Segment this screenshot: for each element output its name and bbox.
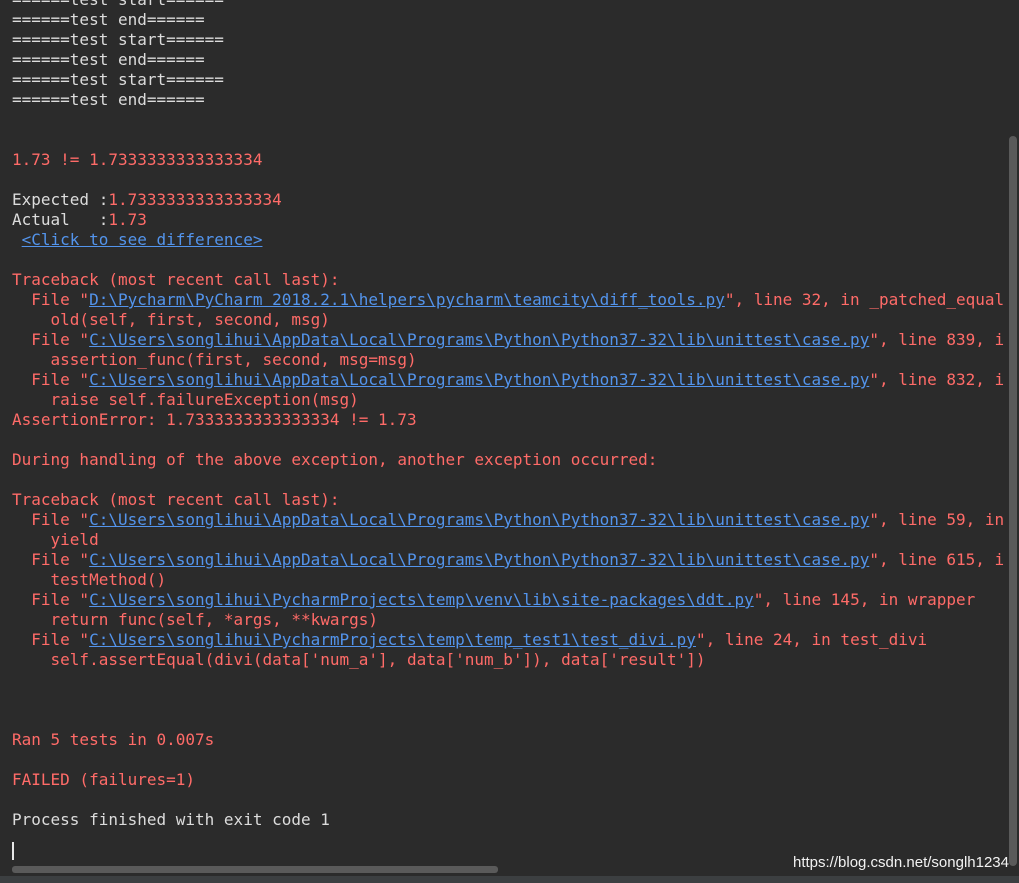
error-text: File "	[12, 510, 90, 529]
error-text: return func(self, *args, **kwargs)	[12, 610, 379, 629]
error-text: 1.73	[108, 210, 147, 229]
output-text: Expected :	[12, 190, 109, 209]
file-link[interactable]: C:\Users\songlihui\PycharmProjects\temp\…	[89, 590, 754, 609]
error-text: ", line 832, in _baseAssertEqual	[869, 370, 1014, 389]
error-text: File "	[12, 330, 90, 349]
error-text: File "	[12, 590, 90, 609]
file-link[interactable]: D:\Pycharm\PyCharm 2018.2.1\helpers\pych…	[89, 290, 725, 309]
console-line: File "C:\Users\songlihui\AppData\Local\P…	[12, 550, 1018, 570]
console-line: assertion_func(first, second, msg=msg)	[12, 350, 417, 370]
console-line: testMethod()	[12, 570, 167, 590]
console-line: raise self.failureException(msg)	[12, 390, 359, 410]
console-line: FAILED (failures=1)	[12, 770, 195, 790]
console-line: yield	[12, 530, 99, 550]
error-text: 1.7333333333333334	[108, 190, 282, 209]
text-cursor	[12, 842, 14, 860]
file-link[interactable]: <Click to see difference>	[22, 230, 263, 249]
console-line: return func(self, *args, **kwargs)	[12, 610, 379, 630]
output-text: Process finished with exit code 1	[12, 810, 330, 829]
console-line: File "C:\Users\songlihui\AppData\Local\P…	[12, 510, 1018, 530]
console-line: <Click to see difference>	[12, 230, 263, 250]
console-line: ======test end======	[12, 10, 205, 30]
console-line: ======test start======	[12, 70, 224, 90]
error-text: Ran 5 tests in 0.007s	[12, 730, 215, 749]
error-text: self.assertEqual(divi(data['num_a'], dat…	[12, 650, 706, 669]
output-text: ======test end======	[12, 90, 205, 109]
console-line: Traceback (most recent call last):	[12, 490, 340, 510]
error-text: testMethod()	[12, 570, 167, 589]
error-text: During handling of the above exception, …	[12, 450, 658, 469]
error-text: File "	[12, 370, 90, 389]
file-link[interactable]: C:\Users\songlihui\AppData\Local\Program…	[89, 370, 869, 389]
console-line: File "C:\Users\songlihui\PycharmProjects…	[12, 590, 975, 610]
run-console[interactable]: ======test start============test end====…	[0, 0, 1019, 883]
error-text: File "	[12, 550, 90, 569]
error-text: AssertionError: 1.7333333333333334 != 1.…	[12, 410, 417, 429]
vertical-scrollbar-thumb[interactable]	[1009, 136, 1017, 866]
watermark-text: https://blog.csdn.net/songlh1234	[793, 854, 1009, 871]
console-line: During handling of the above exception, …	[12, 450, 657, 470]
output-text: Actual :	[12, 210, 109, 229]
console-line: Ran 5 tests in 0.007s	[12, 730, 214, 750]
console-line: File "C:\Users\songlihui\PycharmProjects…	[12, 630, 927, 650]
error-text: assertion_func(first, second, msg=msg)	[12, 350, 417, 369]
console-line: File "C:\Users\songlihui\AppData\Local\P…	[12, 370, 1018, 390]
error-text: ", line 145, in wrapper	[753, 590, 976, 609]
console-line: Actual :1.73	[12, 210, 147, 230]
error-text: File "	[12, 630, 90, 649]
console-line: AssertionError: 1.7333333333333334 != 1.…	[12, 410, 417, 430]
file-link[interactable]: C:\Users\songlihui\AppData\Local\Program…	[89, 330, 869, 349]
console-line: ======test end======	[12, 50, 205, 70]
error-text: ", line 24, in test_divi	[695, 630, 928, 649]
error-text: ", line 839, in assertEqual	[869, 330, 1014, 349]
tool-window-bottom-bar	[0, 875, 1019, 883]
error-text: Traceback (most recent call last):	[12, 490, 340, 509]
output-text: ======test start======	[12, 0, 224, 9]
output-text: ======test end======	[12, 10, 205, 29]
error-text: yield	[12, 530, 99, 549]
error-text: ", line 615, in run	[869, 550, 1014, 569]
error-text: File "	[12, 290, 90, 309]
console-line: Traceback (most recent call last):	[12, 270, 340, 290]
console-line: File "C:\Users\songlihui\AppData\Local\P…	[12, 330, 1018, 350]
error-text: ", line 32, in _patched_equals	[724, 290, 1014, 309]
output-text: ======test end======	[12, 50, 205, 69]
console-line: ======test end======	[12, 90, 205, 110]
output-text: ======test start======	[12, 30, 224, 49]
console-line: old(self, first, second, msg)	[12, 310, 330, 330]
file-link[interactable]: C:\Users\songlihui\AppData\Local\Program…	[89, 550, 869, 569]
file-link[interactable]: C:\Users\songlihui\PycharmProjects\temp\…	[89, 630, 696, 649]
error-text: ", line 59, in testPartExecutor	[869, 510, 1018, 529]
file-link[interactable]: C:\Users\songlihui\AppData\Local\Program…	[89, 510, 869, 529]
error-text: Traceback (most recent call last):	[12, 270, 340, 289]
error-text: FAILED (failures=1)	[12, 770, 196, 789]
console-line: ======test start======	[12, 30, 224, 50]
console-line: Expected :1.7333333333333334	[12, 190, 282, 210]
console-line: self.assertEqual(divi(data['num_a'], dat…	[12, 650, 706, 670]
console-line: File "D:\Pycharm\PyCharm 2018.2.1\helper…	[12, 290, 1014, 310]
output-text: ======test start======	[12, 70, 224, 89]
console-line: Process finished with exit code 1	[12, 810, 330, 830]
error-text: old(self, first, second, msg)	[12, 310, 330, 329]
horizontal-scrollbar-thumb[interactable]	[12, 866, 498, 873]
console-output[interactable]: ======test start============test end====…	[12, 0, 1018, 856]
console-line: ======test start======	[12, 0, 224, 10]
error-text: raise self.failureException(msg)	[12, 390, 359, 409]
console-line: 1.73 != 1.7333333333333334	[12, 150, 262, 170]
error-text: 1.73 != 1.7333333333333334	[12, 150, 263, 169]
